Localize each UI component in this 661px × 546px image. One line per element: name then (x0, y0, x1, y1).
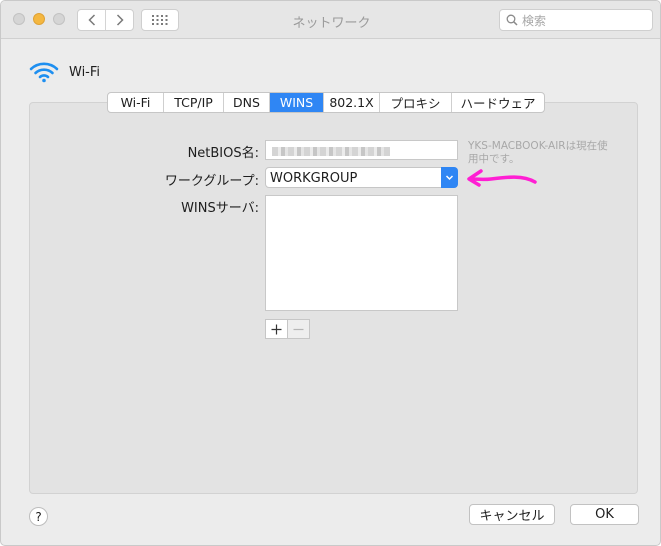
netbios-name-field[interactable] (265, 140, 458, 160)
interface-header: Wi-Fi (29, 61, 100, 83)
workgroup-dropdown-button[interactable] (441, 167, 458, 188)
tab-wifi[interactable]: Wi-Fi (108, 93, 164, 112)
ok-button[interactable]: OK (570, 504, 639, 525)
interface-name: Wi-Fi (69, 64, 101, 80)
netbios-name-label: NetBIOS名: (187, 146, 259, 161)
add-wins-server-button[interactable] (266, 320, 287, 338)
tab-wins[interactable]: WINS (270, 93, 324, 112)
search-placeholder: 検索 (522, 13, 547, 28)
minus-icon (293, 328, 304, 330)
netbios-status-hint: YKS-MACBOOK-AIRは現在使用中です。 (468, 140, 608, 165)
redacted-netbios-name (272, 147, 390, 156)
tab-bar: Wi-Fi TCP/IP DNS WINS 802.1X プロキシ ハードウェア (107, 92, 545, 113)
tab-proxies[interactable]: プロキシ (380, 93, 452, 112)
plus-icon (271, 324, 282, 334)
cancel-button[interactable]: キャンセル (469, 504, 555, 525)
tab-hardware[interactable]: ハードウェア (452, 93, 544, 112)
workgroup-value: WORKGROUP (270, 171, 358, 186)
help-button[interactable]: ? (29, 507, 48, 526)
title-bar: ネットワーク 検索 (1, 1, 660, 39)
tab-dns[interactable]: DNS (224, 93, 270, 112)
network-preferences-window: ネットワーク 検索 Wi-Fi Wi-Fi TCP/IP DNS WINS 80… (0, 0, 661, 546)
wins-servers-label: WINSサーバ: (181, 201, 259, 216)
chevron-updown-icon (445, 175, 454, 181)
search-icon (506, 14, 518, 26)
wins-add-remove-buttons (265, 319, 310, 339)
search-field[interactable]: 検索 (499, 9, 653, 31)
workgroup-label: ワークグループ: (164, 174, 259, 189)
arrow-annotation-icon (467, 169, 537, 187)
tab-tcpip[interactable]: TCP/IP (164, 93, 224, 112)
wins-servers-list[interactable] (265, 195, 458, 311)
tab-8021x[interactable]: 802.1X (324, 93, 380, 112)
wifi-icon (29, 62, 59, 83)
workgroup-select[interactable]: WORKGROUP (265, 167, 458, 188)
remove-wins-server-button[interactable] (287, 320, 309, 338)
